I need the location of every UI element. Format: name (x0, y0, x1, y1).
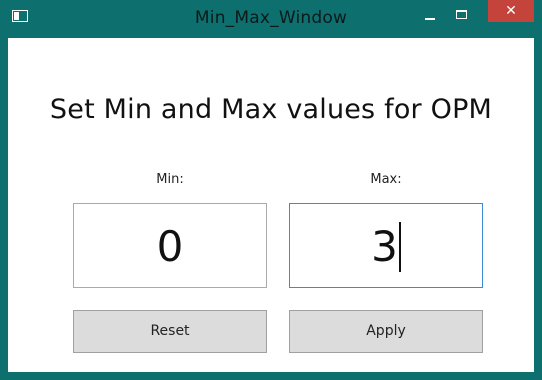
window-frame: Min_Max_Window ✕ Set Min and Max values … (0, 0, 542, 380)
maximize-icon[interactable] (452, 6, 472, 26)
min-input-value: 0 (156, 222, 184, 271)
min-input[interactable]: 0 (73, 203, 267, 288)
max-input-value: 3 (371, 222, 398, 271)
min-label: Min: (156, 172, 184, 187)
close-button[interactable]: ✕ (488, 0, 534, 22)
minimize-icon[interactable] (420, 6, 440, 26)
page-title: Set Min and Max values for OPM (49, 94, 493, 125)
max-input[interactable]: 3 (289, 203, 483, 288)
text-caret (398, 221, 401, 272)
reset-button[interactable]: Reset (73, 310, 267, 353)
apply-button[interactable]: Apply (289, 310, 483, 353)
max-label: Max: (370, 172, 402, 187)
title-bar[interactable]: Min_Max_Window ✕ (0, 0, 542, 38)
window-content: Set Min and Max values for OPM Min: Max:… (8, 38, 534, 372)
